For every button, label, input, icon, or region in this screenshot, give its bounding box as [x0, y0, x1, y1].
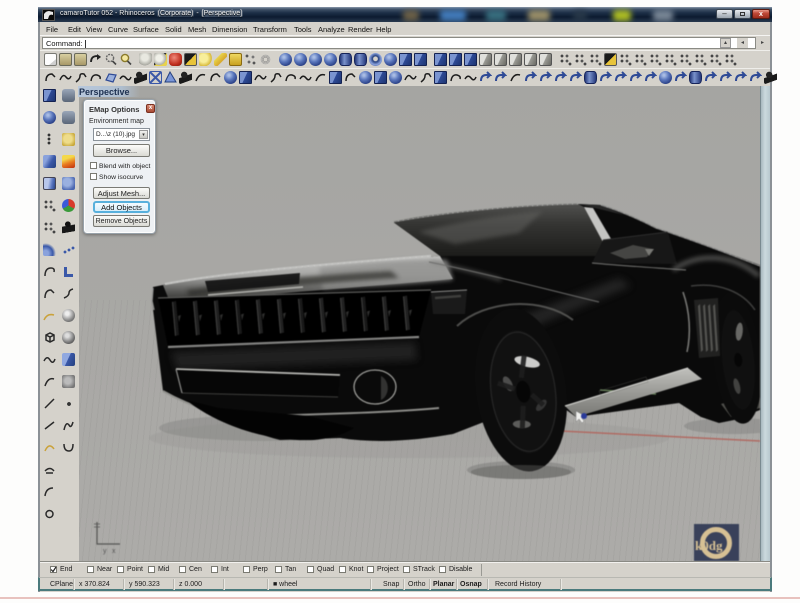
svg-text:x: x [112, 548, 116, 555]
svg-text:k0dg: k0dg [695, 538, 723, 553]
svg-text:y: y [103, 548, 107, 555]
